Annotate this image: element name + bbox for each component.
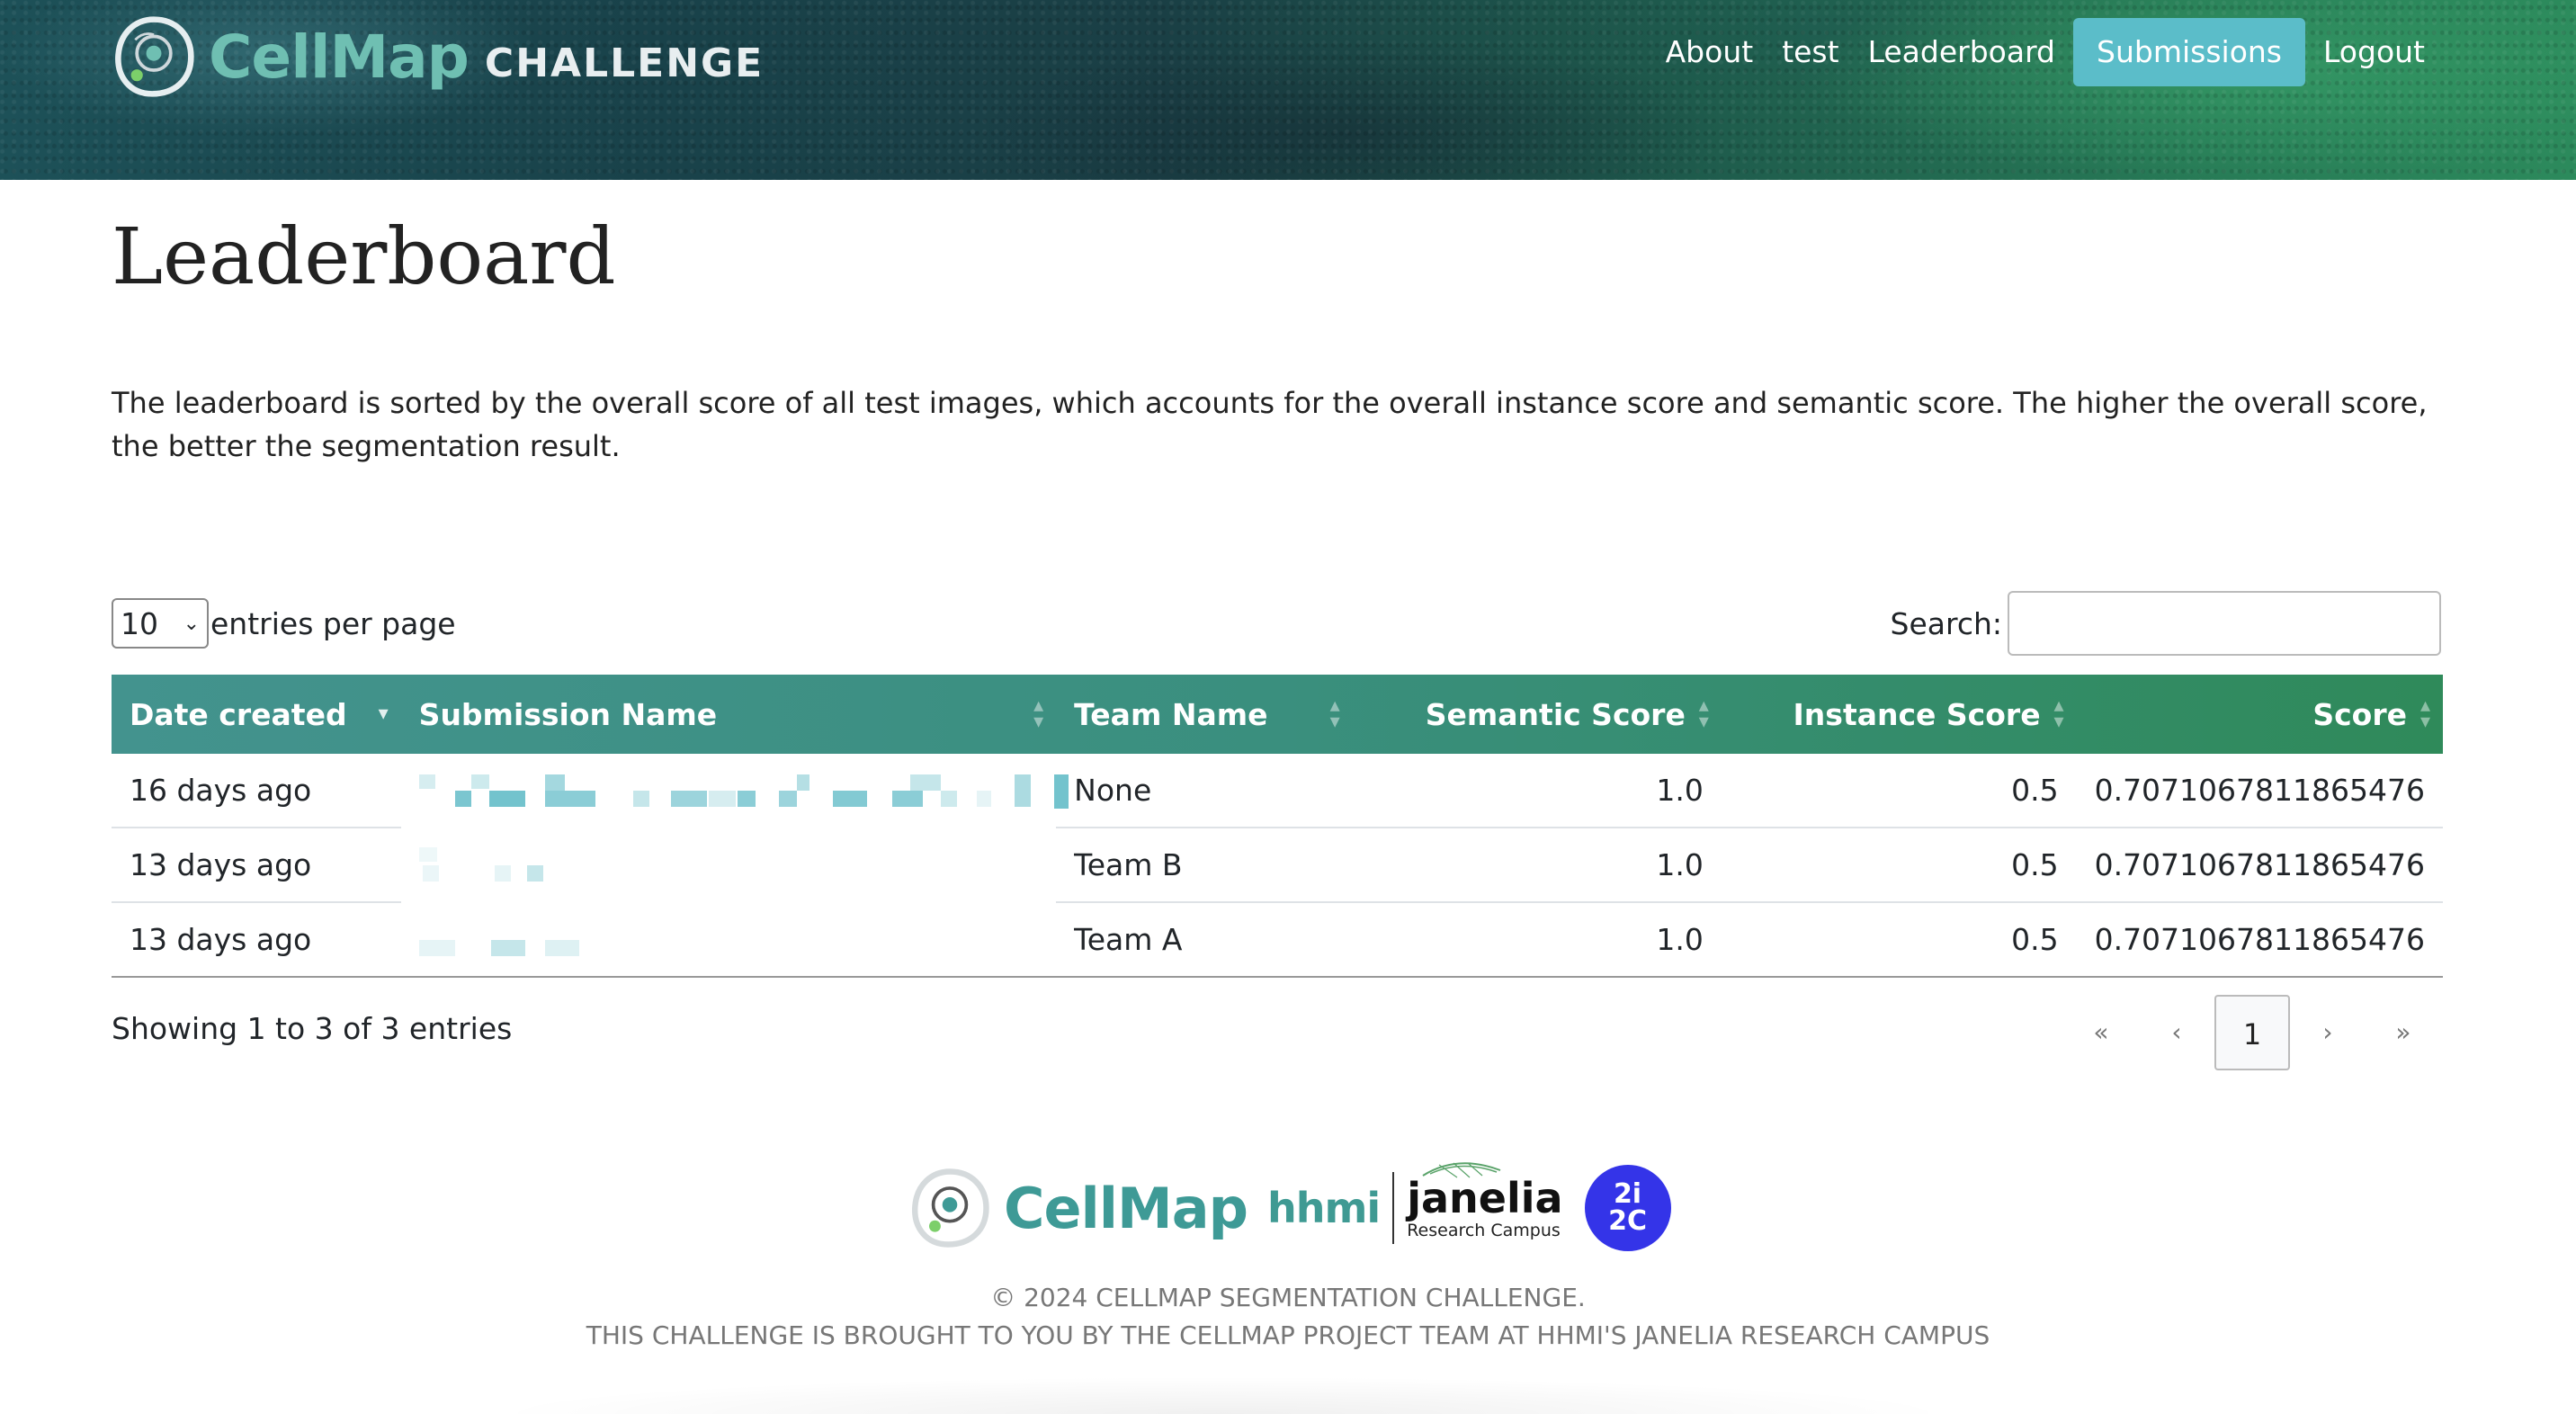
footer-credit: THIS CHALLENGE IS BROUGHT TO YOU BY THE … — [586, 1320, 1990, 1350]
table-row[interactable]: 16 days ago None 1.0 0.5 0.7071067811865… — [112, 754, 2443, 828]
cell-date: 13 days ago — [112, 828, 401, 903]
cell-team-name: Team B — [1056, 828, 1353, 903]
sort-arrows-icon: ▴ ▾ — [2419, 694, 2430, 733]
col-submission-name-label: Submission Name — [418, 696, 718, 732]
cell-submission-name[interactable] — [400, 828, 1057, 903]
footer-2i2c-bottom: 2C — [1608, 1205, 1647, 1237]
cell-score: 0.7071067811865476 — [2076, 828, 2443, 903]
brand-suffix: CHALLENGE — [484, 40, 765, 86]
col-instance-score[interactable]: Instance Score ▴ ▾ — [1722, 675, 2077, 754]
col-semantic-score[interactable]: Semantic Score ▴ ▾ — [1353, 675, 1722, 754]
main-nav: About test Leaderboard Submissions Logou… — [1651, 18, 2439, 86]
footer-janelia-name: janelia — [1407, 1173, 1563, 1222]
cell-semantic-score: 1.0 — [1352, 828, 1722, 903]
nav-test[interactable]: test — [1767, 18, 1853, 86]
cell-score: 0.7071067811865476 — [2076, 902, 2443, 978]
pagination: « ‹ 1 › » — [2063, 995, 2441, 1070]
col-team-name-label: Team Name — [1074, 696, 1268, 732]
cell-submission-name[interactable] — [400, 902, 1057, 978]
footer-janelia-logo[interactable]: janelia Research Campus — [1407, 1161, 1563, 1240]
nav-about[interactable]: About — [1651, 18, 1768, 86]
leaderboard-table: Date created ▾ Submission Name ▴ ▾ Team N… — [112, 675, 2443, 978]
col-date-created-label: Date created — [130, 696, 347, 732]
col-instance-score-label: Instance Score — [1793, 696, 2041, 732]
nav-submissions[interactable]: Submissions — [2073, 18, 2305, 86]
col-score[interactable]: Score ▴ ▾ — [2077, 675, 2443, 754]
footer-logos: CellMap hhmi janelia Research Campus 2i … — [908, 1160, 1671, 1256]
page-description: The leaderboard is sorted by the overall… — [112, 386, 2428, 463]
cell-instance-score: 0.5 — [1721, 754, 2077, 828]
sort-arrows-icon: ▴ ▾ — [1033, 694, 1044, 733]
footer-copyright: © 2024 CELLMAP SEGMENTATION CHALLENGE. — [990, 1283, 1586, 1312]
sort-arrows-icon: ▴ ▾ — [1698, 694, 1709, 733]
entries-per-page-value: 10 — [121, 605, 158, 641]
redacted-submission-name — [418, 771, 1069, 810]
entries-per-page-control: 10 ⌄ entries per page — [112, 597, 456, 649]
sort-arrows-icon: ▾ — [378, 703, 389, 725]
cell-semantic-score: 1.0 — [1352, 754, 1722, 828]
col-date-created[interactable]: Date created ▾ — [112, 675, 401, 754]
footer-2i2c-top: 2i — [1613, 1178, 1642, 1210]
cell-date: 16 days ago — [112, 754, 401, 828]
cell-team-name: Team A — [1056, 902, 1353, 978]
janelia-leaf-icon — [1422, 1161, 1501, 1177]
first-page-button[interactable]: « — [2063, 995, 2139, 1070]
footer-logo-divider — [1392, 1172, 1395, 1244]
cell-instance-score: 0.5 — [1721, 828, 2077, 903]
cell-team-name: None — [1056, 754, 1353, 828]
search-input[interactable] — [2008, 591, 2441, 656]
chevron-down-icon: ⌄ — [183, 612, 200, 635]
col-team-name[interactable]: Team Name ▴ ▾ — [1056, 675, 1353, 754]
table-row[interactable]: 13 days ago Team A 1.0 0.5 0.70710678118… — [112, 902, 2443, 978]
table-info: Showing 1 to 3 of 3 entries — [112, 1011, 513, 1046]
cell-date: 13 days ago — [112, 902, 401, 978]
page-1-button[interactable]: 1 — [2214, 995, 2290, 1070]
entries-per-page-select[interactable]: 10 ⌄ — [112, 598, 209, 649]
redacted-submission-name — [418, 920, 1039, 960]
site-logo[interactable]: CellMap CHALLENGE — [112, 7, 764, 106]
table-row[interactable]: 13 days ago Team B 1.0 0.5 0.70710678118… — [112, 828, 2443, 903]
footer-hhmi-logo[interactable]: hhmi — [1267, 1184, 1381, 1232]
sort-arrows-icon: ▴ ▾ — [2053, 694, 2064, 733]
brand-name: CellMap — [209, 22, 470, 92]
cell-instance-score: 0.5 — [1721, 902, 2077, 978]
nav-leaderboard[interactable]: Leaderboard — [1854, 18, 2070, 86]
footer-2i2c-logo[interactable]: 2i 2C — [1584, 1165, 1671, 1251]
nav-logout[interactable]: Logout — [2309, 18, 2439, 86]
page-title: Leaderboard — [112, 212, 616, 302]
previous-page-button[interactable]: ‹ — [2139, 995, 2214, 1070]
entries-per-page-label: entries per page — [210, 605, 456, 641]
cell-score: 0.7071067811865476 — [2076, 754, 2443, 828]
cellmap-logo-icon — [912, 1168, 989, 1248]
cellmap-logo-icon — [115, 16, 194, 97]
footer-cellmap-logo[interactable]: CellMap — [1004, 1176, 1248, 1241]
last-page-button[interactable]: » — [2366, 995, 2441, 1070]
col-semantic-score-label: Semantic Score — [1425, 696, 1686, 732]
site-header: CellMap CHALLENGE About test Leaderboard… — [0, 0, 2576, 180]
redacted-submission-name — [418, 846, 1039, 885]
sort-arrows-icon: ▴ ▾ — [1329, 694, 1340, 733]
search-label: Search: — [1890, 605, 2003, 641]
next-page-button[interactable]: › — [2290, 995, 2366, 1070]
footer-shadow — [486, 1376, 1961, 1414]
cell-semantic-score: 1.0 — [1352, 902, 1722, 978]
table-header-row: Date created ▾ Submission Name ▴ ▾ Team N… — [112, 675, 2443, 754]
cell-submission-name[interactable] — [400, 754, 1069, 828]
footer-janelia-subtitle: Research Campus — [1407, 1220, 1561, 1240]
col-score-label: Score — [2312, 696, 2407, 732]
search-control: Search: — [1890, 591, 2441, 656]
col-submission-name[interactable]: Submission Name ▴ ▾ — [401, 675, 1057, 754]
